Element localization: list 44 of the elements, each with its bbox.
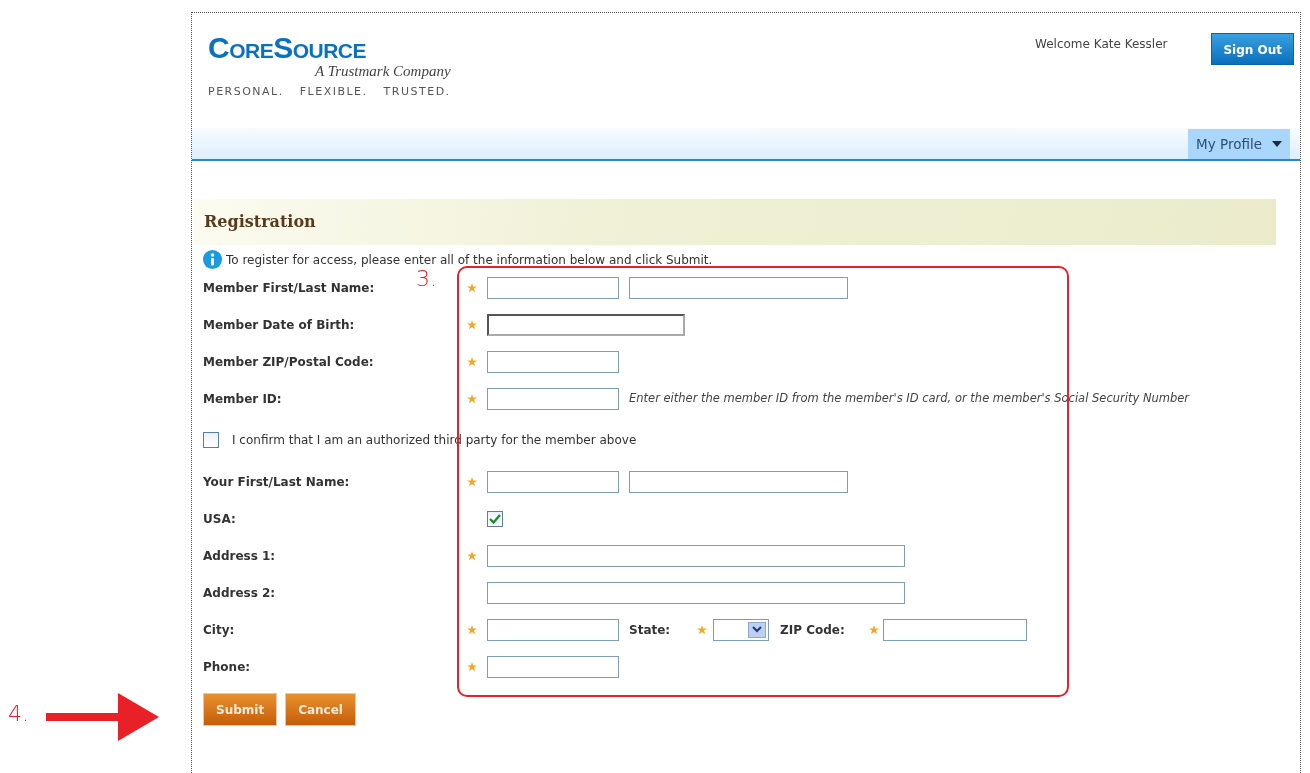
- section-title: Registration: [204, 211, 316, 233]
- logo-motto-word: FLEXIBLE.: [299, 84, 368, 100]
- input-field[interactable]: [487, 470, 619, 493]
- welcome-text: Welcome Kate Kessler: [1035, 36, 1168, 53]
- annotation-number: 3.: [416, 268, 437, 290]
- logo-name: CoreSource: [208, 33, 368, 63]
- arrow-icon: [46, 693, 159, 741]
- field-label: Address 1:: [203, 547, 277, 565]
- logo-tagline: A Trustmark Company: [313, 63, 451, 79]
- input-field[interactable]: [487, 581, 905, 604]
- field-label: USA:: [203, 510, 237, 528]
- profile-menu[interactable]: My Profile: [1188, 128, 1290, 159]
- input-field[interactable]: [487, 313, 685, 336]
- checkbox[interactable]: [487, 510, 503, 527]
- caret-icon: [1272, 140, 1282, 147]
- field-label: Address 2:: [203, 584, 277, 602]
- field-label: City:: [203, 621, 236, 639]
- submit-button[interactable]: Submit: [203, 693, 278, 726]
- field-label: State:: [629, 621, 672, 639]
- input-field[interactable]: [883, 618, 1027, 641]
- annotation-number: 4.: [8, 703, 29, 725]
- field-label: Member Date of Birth:: [203, 316, 356, 334]
- input-field[interactable]: [487, 544, 905, 567]
- field-label: Phone:: [203, 658, 252, 676]
- checkbox[interactable]: [203, 432, 219, 448]
- logo-motto-word: PERSONAL.: [208, 84, 284, 100]
- input-field[interactable]: [487, 618, 619, 641]
- state-dropdown[interactable]: [713, 618, 769, 641]
- input-field[interactable]: [629, 276, 848, 299]
- field-label: Member ID:: [203, 390, 283, 408]
- info-icon: [203, 250, 222, 269]
- input-field[interactable]: [629, 470, 848, 493]
- sign-out-button[interactable]: Sign Out: [1211, 33, 1294, 65]
- info-text: To register for access, please enter all of the information below and click Submit.: [226, 251, 713, 269]
- chevron-down-icon: [752, 626, 762, 633]
- input-field[interactable]: [487, 350, 619, 373]
- input-field[interactable]: [487, 387, 619, 410]
- field-label: Your First/Last Name:: [203, 473, 351, 491]
- input-field[interactable]: [487, 655, 619, 678]
- field-label: ZIP Code:: [780, 621, 846, 639]
- input-field[interactable]: [487, 276, 619, 299]
- field-label: Member ZIP/Postal Code:: [203, 353, 375, 371]
- cancel-button[interactable]: Cancel: [285, 693, 356, 726]
- logo-motto-word: TRUSTED.: [383, 84, 451, 100]
